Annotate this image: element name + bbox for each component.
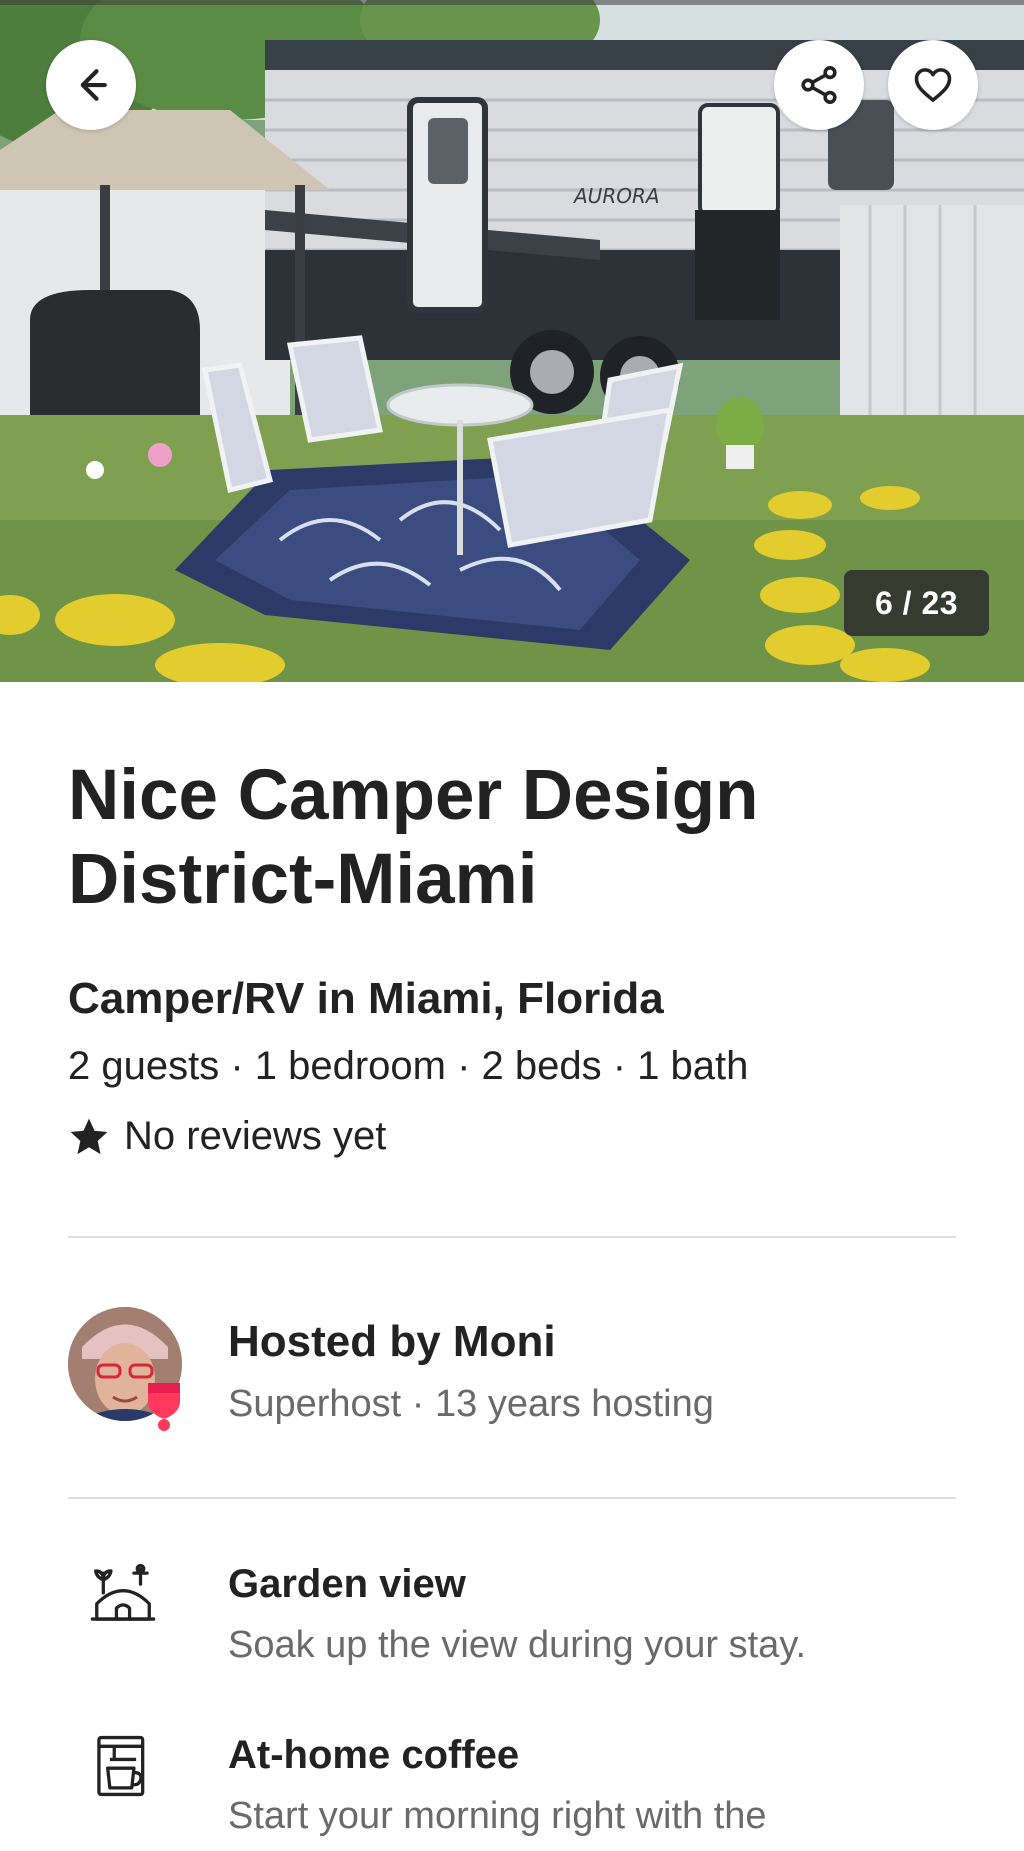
listing-title: Nice Camper Design District-Miami [68,756,759,919]
save-button[interactable] [888,40,978,130]
highlight-title: At-home coffee [228,1733,520,1777]
share-icon [801,66,837,104]
highlight-title: Garden view [228,1562,466,1606]
highlight-description: Start your morning right with the [228,1795,767,1837]
listing-capacity: 2 guests · 1 bedroom · 2 beds · 1 bath [68,1044,749,1088]
reviews-text: No reviews yet [124,1114,387,1158]
divider [68,1497,956,1499]
highlight-at-home-coffee: At-home coffee Start your morning right … [68,1731,956,1851]
arrow-left-icon [80,69,107,101]
listing-subtitle: Camper/RV in Miami, Florida [68,974,664,1023]
superhost-badge-icon [144,1379,184,1431]
photo-gallery[interactable]: AURORA 6 / 23 [0,0,1024,682]
garden-view-icon [90,1563,156,1621]
top-status-strip [0,0,1024,5]
share-button[interactable] [774,40,864,130]
divider [68,1236,956,1238]
host-section[interactable]: Hosted by Moni Superhost · 13 years host… [68,1307,956,1431]
highlight-description: Soak up the view during your stay. [228,1624,807,1666]
photo-counter: 6 / 23 [844,570,989,636]
host-info: Superhost · 13 years hosting [228,1383,714,1425]
heart-icon [914,68,952,102]
reviews-summary: No reviews yet [68,1114,386,1159]
trailer-brand-text: AURORA [572,184,660,208]
back-button[interactable] [46,40,136,130]
highlight-garden-view: Garden view Soak up the view during your… [68,1560,956,1680]
star-icon [70,1118,108,1154]
coffee-maker-icon [97,1735,145,1797]
host-name: Hosted by Moni [228,1317,556,1366]
